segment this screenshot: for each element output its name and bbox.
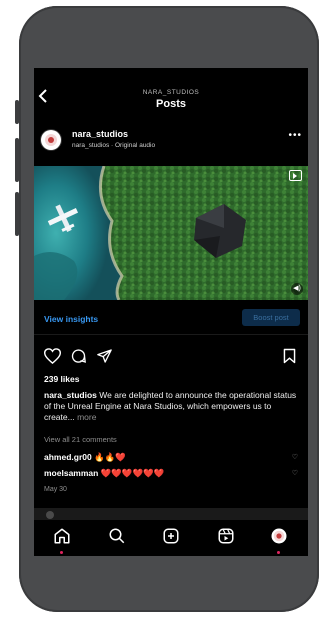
phone-side-button: [15, 192, 19, 236]
profile-icon[interactable]: [270, 527, 288, 545]
boost-post-button[interactable]: Boost post: [242, 309, 300, 326]
caption-username[interactable]: nara_studios: [44, 390, 97, 400]
bookmark-icon[interactable]: [283, 348, 296, 369]
comment-username[interactable]: ahmed.gr00: [44, 452, 92, 462]
create-icon[interactable]: [162, 527, 180, 545]
view-insights-link[interactable]: View insights: [44, 314, 98, 324]
profile-notification-dot: [277, 551, 280, 554]
caption-more-link[interactable]: more: [75, 412, 96, 422]
post-audio-subline[interactable]: nara_studios · Original audio: [72, 142, 155, 149]
page-title: Posts: [156, 98, 186, 110]
header-subtitle: NARA_STUDIOS: [142, 89, 200, 96]
comment-username[interactable]: moelsamman: [44, 468, 98, 478]
phone-side-button: [15, 100, 19, 124]
heart-icon[interactable]: [43, 348, 62, 369]
post-date: May 30: [44, 486, 67, 493]
like-count[interactable]: 239 likes: [44, 374, 79, 384]
comment-text: 🔥🔥❤️: [91, 452, 126, 462]
reel-icon: [289, 170, 302, 181]
comment-text: ❤️❤️❤️❤️❤️❤️: [98, 468, 165, 478]
aerial-photo: [34, 166, 308, 300]
comment-like-heart-icon[interactable]: ♡: [292, 469, 298, 477]
phone-side-button: [15, 138, 19, 182]
avatar[interactable]: [41, 130, 61, 150]
search-icon[interactable]: [108, 527, 126, 545]
comment-icon[interactable]: [70, 348, 87, 369]
more-horizontal-icon[interactable]: •••: [288, 130, 302, 141]
post-media[interactable]: ◀): [34, 166, 308, 300]
comment-like-heart-icon[interactable]: ♡: [292, 453, 298, 461]
home-icon[interactable]: [53, 527, 71, 545]
top-bar: NARA_STUDIOS Posts: [34, 68, 308, 120]
phone-screen: NARA_STUDIOS Posts nara_studios nara_stu…: [34, 68, 308, 556]
post-caption: nara_studios We are delighted to announc…: [44, 390, 298, 423]
comment-row: moelsamman ❤️❤️❤️❤️❤️❤️: [44, 468, 164, 479]
bottom-nav: [34, 520, 308, 556]
comment-row: ahmed.gr00 🔥🔥❤️: [44, 452, 126, 463]
view-all-comments-link[interactable]: View all 21 comments: [44, 435, 117, 444]
post-username[interactable]: nara_studios: [72, 129, 128, 139]
mute-icon[interactable]: ◀): [291, 283, 303, 295]
home-notification-dot: [60, 551, 63, 554]
post-actions: [34, 348, 308, 368]
reels-icon[interactable]: [217, 527, 235, 545]
send-icon[interactable]: [96, 348, 113, 369]
insights-bar: View insights Boost post: [34, 306, 308, 335]
